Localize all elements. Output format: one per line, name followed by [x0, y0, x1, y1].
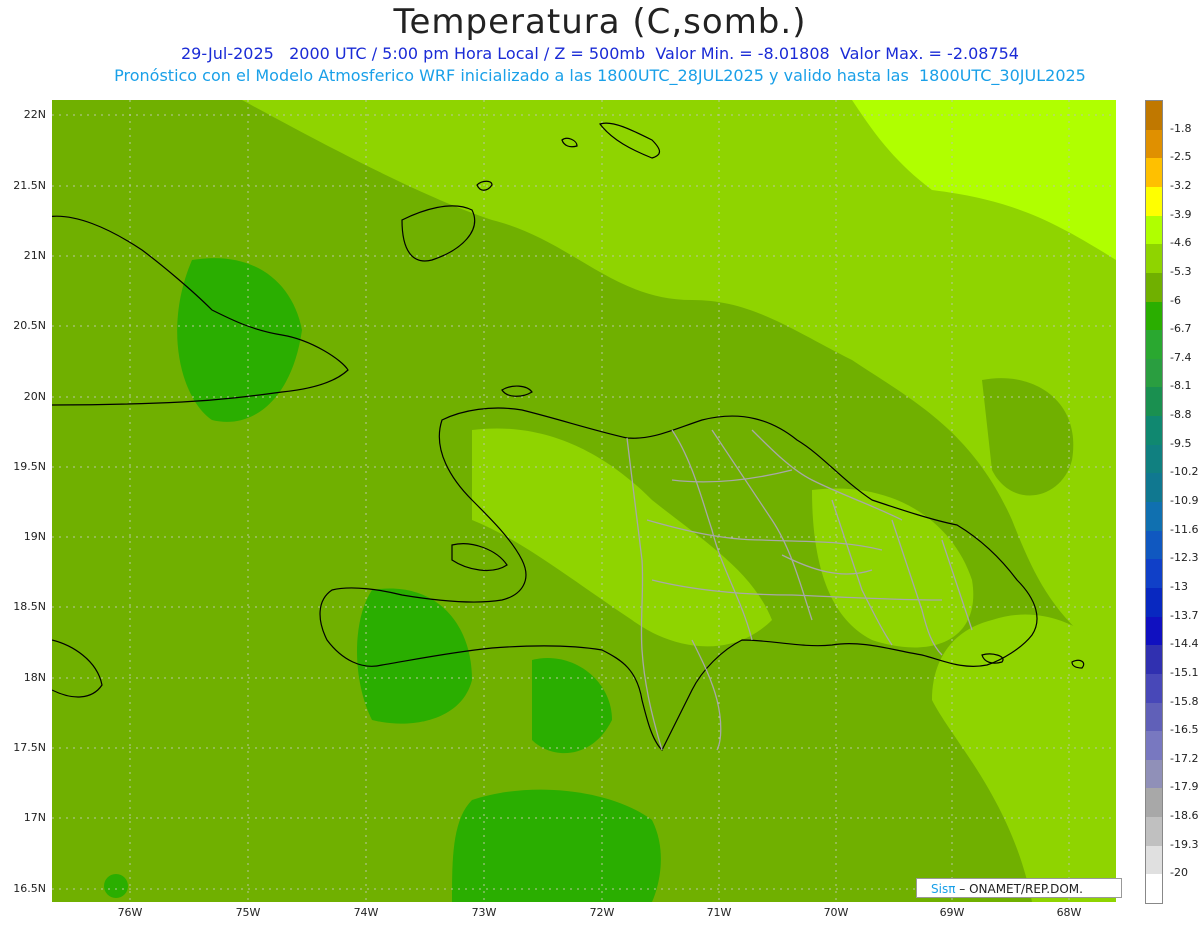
colorbar-segment: [1146, 358, 1162, 388]
lat-label-22n: 22N: [23, 108, 46, 121]
lon-label-68w: 68W: [1056, 906, 1082, 919]
colorbar-label: -18.6: [1170, 809, 1199, 823]
sispi-logo: Sisπ: [931, 882, 956, 896]
colorbar-segment: [1146, 673, 1162, 703]
lon-label-75w: 75W: [235, 906, 261, 919]
subtitle-date-level-range: 29-Jul-2025 2000 UTC / 5:00 pm Hora Loca…: [181, 44, 1019, 63]
colorbar-segment: [1146, 530, 1162, 560]
colorbar-label: -16.5: [1170, 723, 1199, 737]
lat-label-18-5n: 18.5N: [13, 600, 46, 613]
colorbar-segment: [1146, 616, 1162, 646]
credit-box: Sisπ – ONAMET/REP.DOM.: [916, 878, 1122, 898]
colorbar-label: -10.9: [1170, 494, 1199, 507]
colorbar-segment: [1146, 502, 1162, 532]
colorbar-segment: [1146, 874, 1162, 904]
colorbar-label: -12.3: [1170, 551, 1199, 565]
lon-label-70w: 70W: [823, 906, 849, 919]
colorbar-segment: [1146, 129, 1162, 159]
lat-label-17n: 17N: [23, 811, 46, 824]
colorbar-segment: [1146, 759, 1162, 789]
colorbar-segment: [1146, 272, 1162, 302]
colorbar-segment: [1146, 645, 1162, 675]
map-canvas: [52, 100, 1116, 902]
colorbar-segment: [1146, 473, 1162, 503]
colorbar-label: -13: [1170, 579, 1188, 593]
map-title: Temperatura (C,somb.): [393, 2, 807, 42]
lat-label-20n: 20N: [23, 390, 46, 403]
colorbar-label: -2.5: [1170, 150, 1192, 164]
colorbar-label: -17.9: [1170, 780, 1199, 794]
colorbar-label: -15.1: [1170, 665, 1199, 679]
colorbar-segment: [1146, 788, 1162, 818]
colorbar-label: -17.2: [1170, 751, 1199, 765]
colorbar-label: -10.2: [1170, 465, 1199, 479]
lon-label-74w: 74W: [353, 906, 379, 919]
lon-label-73w: 73W: [471, 906, 497, 919]
field-cool-spot: [104, 874, 128, 898]
credit-text: – ONAMET/REP.DOM.: [955, 882, 1083, 896]
colorbar-label: -5.3: [1170, 264, 1192, 278]
colorbar-label: -20: [1170, 866, 1188, 880]
lon-label-71w: 71W: [706, 906, 732, 919]
colorbar-label: -1.8: [1170, 121, 1192, 135]
colorbar-segment: [1146, 215, 1162, 245]
colorbar-label: -8.1: [1170, 379, 1192, 393]
colorbar-segment: [1146, 444, 1162, 474]
lat-label-18n: 18N: [23, 671, 46, 684]
colorbar-label: -13.7: [1170, 608, 1199, 622]
colorbar-segment: [1146, 186, 1162, 217]
colorbar-segment: [1146, 301, 1162, 331]
lat-label-19-5n: 19.5N: [13, 460, 46, 473]
colorbar-label: -3.9: [1170, 207, 1192, 221]
colorbar-segment: [1146, 702, 1162, 732]
lat-label-16-5n: 16.5N: [13, 882, 46, 895]
colorbar-segment: [1146, 817, 1162, 847]
lon-label-72w: 72W: [589, 906, 615, 919]
colorbar: [1145, 100, 1163, 904]
lon-label-69w: 69W: [939, 906, 965, 919]
subtitle-model-info: Pronóstico con el Modelo Atmosferico WRF…: [114, 66, 1086, 85]
colorbar-segment: [1146, 587, 1162, 618]
colorbar-label: -14.4: [1170, 637, 1199, 651]
colorbar-label: -11.6: [1170, 522, 1199, 536]
colorbar-label: -3.2: [1170, 178, 1192, 192]
lat-label-19n: 19N: [23, 530, 46, 543]
lat-label-20-5n: 20.5N: [13, 319, 46, 332]
colorbar-segment: [1146, 731, 1162, 761]
colorbar-label: -15.8: [1170, 694, 1199, 708]
colorbar-label: -4.6: [1170, 236, 1192, 250]
colorbar-segment: [1146, 101, 1162, 131]
colorbar-label: -8.8: [1170, 408, 1192, 422]
lat-label-17-5n: 17.5N: [13, 741, 46, 754]
temperature-map: [52, 100, 1116, 902]
colorbar-segment: [1146, 416, 1162, 446]
lat-label-21n: 21N: [23, 249, 46, 262]
colorbar-segment: [1146, 559, 1162, 589]
colorbar-segment: [1146, 845, 1162, 875]
lon-label-76w: 76W: [117, 906, 143, 919]
colorbar-segment: [1146, 158, 1162, 188]
colorbar-label: -6: [1170, 293, 1181, 307]
colorbar-segment: [1146, 330, 1162, 360]
colorbar-label: -6.7: [1170, 322, 1192, 336]
colorbar-segment: [1146, 244, 1162, 274]
colorbar-segment: [1146, 387, 1162, 417]
colorbar-label: -19.3: [1170, 837, 1199, 851]
colorbar-label: -9.5: [1170, 436, 1192, 450]
colorbar-label: -7.4: [1170, 350, 1192, 364]
lat-label-21-5n: 21.5N: [13, 179, 46, 192]
